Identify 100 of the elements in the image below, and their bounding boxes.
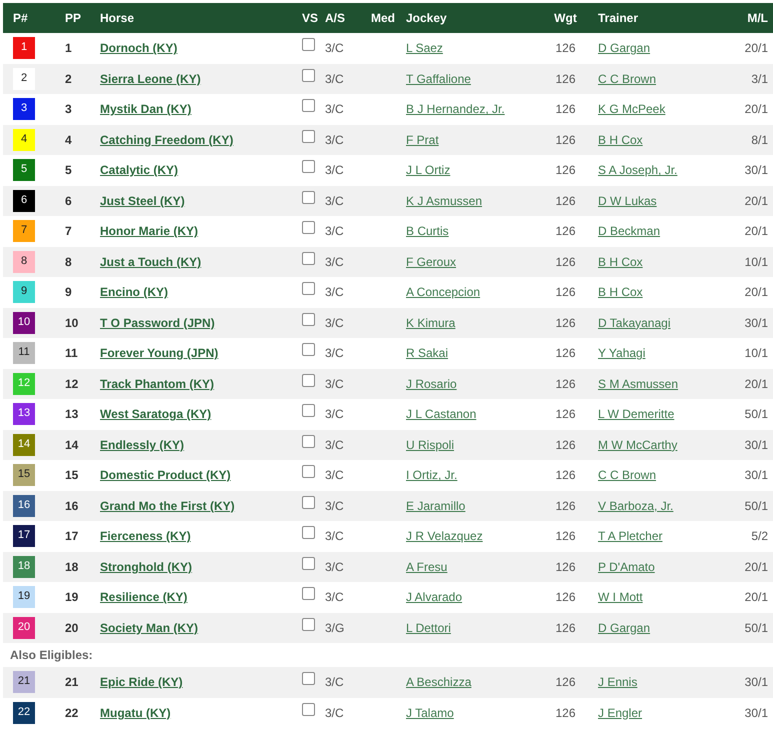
trainer-link[interactable]: D Gargan xyxy=(598,620,650,635)
jockey-link[interactable]: J R Velazquez xyxy=(406,529,483,544)
weight: 126 xyxy=(555,72,576,86)
vs-checkbox[interactable] xyxy=(302,404,315,418)
jockey-link[interactable]: J L Castanon xyxy=(406,407,476,422)
vs-checkbox[interactable] xyxy=(302,282,315,296)
jockey-link[interactable]: B J Hernandez, Jr. xyxy=(406,102,505,116)
horse-link[interactable]: Track Phantom (KY) xyxy=(100,376,214,391)
jockey-link[interactable]: A Concepcion xyxy=(406,285,480,300)
trainer-link[interactable]: V Barboza, Jr. xyxy=(598,498,674,513)
vs-checkbox[interactable] xyxy=(302,556,315,570)
vs-checkbox[interactable] xyxy=(302,312,315,326)
vs-checkbox[interactable] xyxy=(302,702,315,716)
jockey-link[interactable]: K J Asmussen xyxy=(406,194,482,208)
jockey-link[interactable]: A Fresu xyxy=(406,560,448,574)
age-sex: 3/C xyxy=(325,560,344,574)
trainer-link[interactable]: B H Cox xyxy=(598,132,643,147)
horse-link[interactable]: Resilience (KY) xyxy=(100,590,188,604)
jockey-link[interactable]: J Alvarado xyxy=(406,590,462,604)
vs-checkbox[interactable] xyxy=(302,434,315,448)
saddle-cloth-number: 21 xyxy=(13,671,35,694)
horse-link[interactable]: Honor Marie (KY) xyxy=(100,224,198,238)
jockey-link[interactable]: F Geroux xyxy=(406,254,456,269)
jockey-link[interactable]: E Jaramillo xyxy=(406,498,466,513)
horse-link[interactable]: Dornoch (KY) xyxy=(100,41,178,56)
jockey-link[interactable]: R Sakai xyxy=(406,346,448,360)
trainer-link[interactable]: M W McCarthy xyxy=(598,438,678,452)
post-position: 11 xyxy=(65,346,78,360)
morning-line-odds: 50/1 xyxy=(744,498,768,513)
vs-checkbox[interactable] xyxy=(302,526,315,540)
vs-checkbox[interactable] xyxy=(302,252,315,265)
horse-link[interactable]: Epic Ride (KY) xyxy=(100,675,183,690)
post-position: 16 xyxy=(65,498,78,513)
trainer-link[interactable]: D Takayanagi xyxy=(598,316,670,330)
jockey-link[interactable]: K Kimura xyxy=(406,316,456,330)
horse-link[interactable]: Sierra Leone (KY) xyxy=(100,72,201,86)
trainer-link[interactable]: D Gargan xyxy=(598,41,650,56)
horse-link[interactable]: Stronghold (KY) xyxy=(100,560,192,574)
vs-checkbox[interactable] xyxy=(302,374,315,387)
trainer-link[interactable]: S M Asmussen xyxy=(598,376,678,391)
column-header: Med xyxy=(363,3,400,33)
trainer-link[interactable]: D Beckman xyxy=(598,224,660,238)
vs-checkbox[interactable] xyxy=(302,465,315,478)
trainer-link[interactable]: T A Pletcher xyxy=(598,529,662,544)
jockey-link[interactable]: T Gaffalione xyxy=(406,72,471,86)
vs-checkbox[interactable] xyxy=(302,38,315,52)
trainer-link[interactable]: S A Joseph, Jr. xyxy=(598,163,678,178)
horse-link[interactable]: Just a Touch (KY) xyxy=(100,254,202,269)
horse-link[interactable]: Fierceness (KY) xyxy=(100,529,191,544)
vs-checkbox[interactable] xyxy=(302,496,315,509)
horse-link[interactable]: Endlessly (KY) xyxy=(100,438,184,452)
age-sex: 3/C xyxy=(325,102,344,116)
jockey-link[interactable]: J Rosario xyxy=(406,376,457,391)
jockey-link[interactable]: L Saez xyxy=(406,41,443,56)
horse-link[interactable]: Catching Freedom (KY) xyxy=(100,132,234,147)
weight: 126 xyxy=(555,163,576,178)
vs-checkbox[interactable] xyxy=(302,130,315,143)
vs-checkbox[interactable] xyxy=(302,221,315,234)
horse-link[interactable]: Catalytic (KY) xyxy=(100,163,178,178)
trainer-link[interactable]: B H Cox xyxy=(598,254,643,269)
trainer-link[interactable]: C C Brown xyxy=(598,72,656,86)
trainer-link[interactable]: B H Cox xyxy=(598,285,643,300)
jockey-link[interactable]: L Dettori xyxy=(406,620,451,635)
horse-link[interactable]: Domestic Product (KY) xyxy=(100,468,231,482)
jockey-link[interactable]: F Prat xyxy=(406,132,439,147)
vs-checkbox[interactable] xyxy=(302,160,315,174)
horse-link[interactable]: Grand Mo the First (KY) xyxy=(100,498,235,513)
vs-checkbox[interactable] xyxy=(302,587,315,600)
horse-link[interactable]: Mystik Dan (KY) xyxy=(100,102,192,116)
trainer-link[interactable]: Y Yahagi xyxy=(598,346,646,360)
horse-link[interactable]: Mugatu (KY) xyxy=(100,706,171,720)
trainer-link[interactable]: L W Demeritte xyxy=(598,407,674,422)
trainer-link[interactable]: C C Brown xyxy=(598,468,656,482)
vs-checkbox[interactable] xyxy=(302,99,315,112)
trainer-link[interactable]: K G McPeek xyxy=(598,102,666,116)
trainer-link[interactable]: P D'Amato xyxy=(598,560,655,574)
vs-checkbox[interactable] xyxy=(302,672,315,686)
jockey-link[interactable]: A Beschizza xyxy=(406,675,472,690)
vs-checkbox[interactable] xyxy=(302,190,315,204)
jockey-link[interactable]: B Curtis xyxy=(406,224,449,238)
weight: 126 xyxy=(555,102,576,116)
trainer-link[interactable]: J Ennis xyxy=(598,675,638,690)
morning-line-odds: 30/1 xyxy=(744,163,768,178)
horse-link[interactable]: Just Steel (KY) xyxy=(100,194,185,208)
horse-link[interactable]: Society Man (KY) xyxy=(100,620,198,635)
jockey-link[interactable]: J L Ortiz xyxy=(406,163,450,178)
horse-link[interactable]: Forever Young (JPN) xyxy=(100,346,218,360)
trainer-link[interactable]: D W Lukas xyxy=(598,194,657,208)
jockey-link[interactable]: U Rispoli xyxy=(406,438,454,452)
jockey-link[interactable]: J Talamo xyxy=(406,706,454,720)
vs-checkbox[interactable] xyxy=(302,343,315,356)
trainer-link[interactable]: W I Mott xyxy=(598,590,643,604)
vs-checkbox[interactable] xyxy=(302,68,315,82)
horse-link[interactable]: T O Password (JPN) xyxy=(100,316,215,330)
trainer-link[interactable]: J Engler xyxy=(598,706,642,720)
horse-link[interactable]: Encino (KY) xyxy=(100,285,168,300)
horse-link[interactable]: West Saratoga (KY) xyxy=(100,407,212,422)
weight: 126 xyxy=(555,620,576,635)
vs-checkbox[interactable] xyxy=(302,618,315,631)
jockey-link[interactable]: I Ortiz, Jr. xyxy=(406,468,458,482)
